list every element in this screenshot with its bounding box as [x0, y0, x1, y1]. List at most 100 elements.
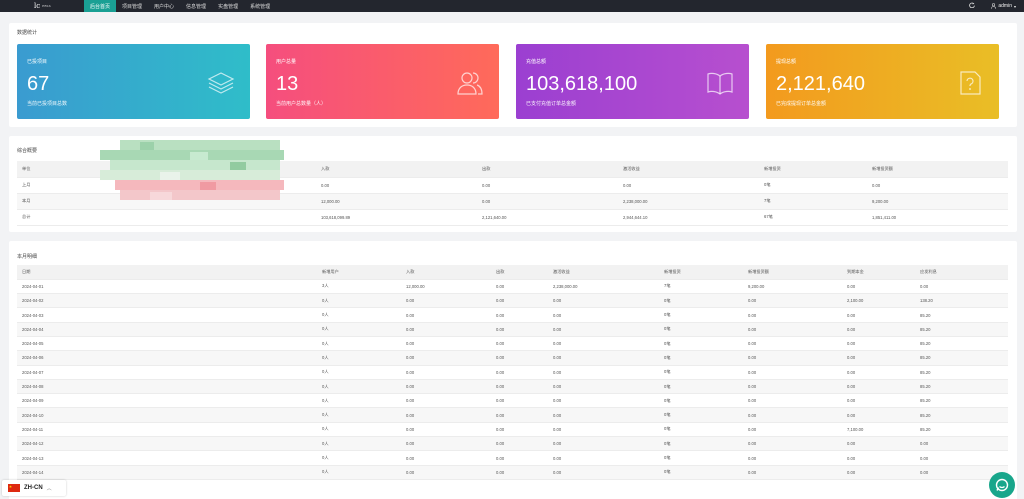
- stat-card-deposit[interactable]: 充值总额 103,618,100 已支付充值订单总金额: [516, 44, 749, 119]
- cell: 0.00: [842, 307, 915, 323]
- table-row: 2024-04-11 0人 0.00 0.00 0.00 0笔 0.00 7,100.00 85…: [17, 422, 1008, 438]
- cell: 0.00: [618, 177, 759, 194]
- chat-button[interactable]: [989, 472, 1015, 498]
- cell: 2024-04-05: [17, 336, 317, 352]
- cell: 2,944,644.10: [618, 209, 759, 226]
- table-row: 2024-04-04 0人 0.00 0.00 0.00 0笔 0.00 0.00 85.20: [17, 322, 1008, 337]
- table-row: 2024-04-13 0人 0.00 0.00 0.00 0笔 0.00 0.00 0.00: [17, 450, 1008, 466]
- cell: 0.00: [548, 322, 659, 337]
- users-icon: [457, 72, 483, 95]
- cell: [116, 209, 316, 226]
- cell: 85.20: [915, 336, 1008, 352]
- logo[interactable]: lc ERLS: [0, 0, 68, 12]
- cell: 0.00: [401, 322, 491, 337]
- cell: 0.00: [548, 407, 659, 423]
- cell: 0.00: [401, 336, 491, 352]
- cell: 0.00: [842, 322, 915, 337]
- cell: 85.20: [915, 379, 1008, 395]
- col-date: 日期: [17, 265, 317, 280]
- nav-item-home[interactable]: 后台首页: [84, 0, 117, 12]
- cell: 85.20: [915, 407, 1008, 423]
- cell: 0.00: [548, 379, 659, 395]
- cell: 0人: [317, 350, 401, 366]
- nav-item-projects[interactable]: 项目管理: [116, 0, 148, 12]
- cell: 0.00: [842, 350, 915, 366]
- col-new-invest: 新增投资: [659, 265, 743, 280]
- cell: 85.20: [915, 393, 1008, 409]
- monthly-table: 日期 新增用户 入款 出款 激活收益 新增投资 新增投资额 到期本金 应发利息 …: [17, 265, 1008, 480]
- cell: 9,200.00: [867, 193, 1008, 210]
- col-payout: 出款: [491, 265, 548, 280]
- cell: 0.00: [743, 379, 842, 395]
- cell: 0.00: [491, 293, 548, 309]
- cell: 85.20: [915, 322, 1008, 337]
- col-new-invest-amount: 新增投资额: [743, 265, 842, 280]
- col-income: 入款: [316, 161, 477, 178]
- stats-title: 数据统计: [17, 30, 38, 36]
- cell: 0.00: [743, 465, 842, 480]
- user-menu[interactable]: admin ▾: [991, 3, 1016, 9]
- cell: 0人: [317, 365, 401, 380]
- cell: 85.20: [915, 350, 1008, 366]
- nav-item-info[interactable]: 信息管理: [180, 0, 212, 12]
- help-doc-icon: [960, 71, 981, 95]
- col-payout: 出款: [477, 161, 618, 178]
- cell: 0.00: [401, 365, 491, 380]
- cell: 2024-04-13: [17, 450, 317, 466]
- cell: 0.00: [842, 336, 915, 352]
- cell: 0.00: [548, 393, 659, 409]
- stat-label: 提现总额: [776, 59, 797, 65]
- col-principal-due: 到期本金: [842, 265, 915, 280]
- cell: 0.00: [743, 436, 842, 452]
- cell: 0.00: [915, 279, 1008, 295]
- stat-card-withdraw[interactable]: 提现总额 2,121,640 已完成提现订单总金额: [766, 44, 999, 119]
- cell: 0人: [317, 307, 401, 323]
- cell: 0人: [317, 293, 401, 309]
- cell: 0.00: [491, 322, 548, 337]
- stat-desc: 已完成提现订单总金额: [776, 101, 827, 107]
- cell: 0人: [317, 379, 401, 395]
- nav-item-users[interactable]: 用户中心: [148, 0, 180, 12]
- stat-card-projects[interactable]: 已投项目 67 当前已投项目总数: [17, 44, 250, 119]
- redacted-pixel-block: [100, 140, 284, 200]
- cell: 138.20: [915, 293, 1008, 309]
- cell: 2024-04-01: [17, 279, 317, 295]
- cell: 0.00: [477, 193, 618, 210]
- refresh-icon[interactable]: [969, 2, 976, 10]
- cell: 2,238,000.00: [548, 279, 659, 295]
- table-row: 2024-04-05 0人 0.00 0.00 0.00 0笔 0.00 0.00 85.20: [17, 336, 1008, 352]
- cell: 3人: [317, 279, 401, 295]
- table-row: 总计 103,618,099.89 2,121,640.00 2,944,644…: [17, 209, 1008, 226]
- col-new-invest: 新增投资: [759, 161, 867, 178]
- cell: 0.00: [491, 307, 548, 323]
- table-row: 2024-04-01 3人 12,000.00 0.00 2,238,000.00 7笔 9…: [17, 279, 1008, 295]
- cell: 0.00: [491, 407, 548, 423]
- chat-bubble-icon: [995, 478, 1009, 492]
- stat-card-users[interactable]: 用户总量 13 当前用户总数量（人）: [266, 44, 499, 119]
- cell: 总计: [17, 209, 116, 226]
- cell: 2024-04-08: [17, 379, 317, 395]
- cell: 0笔: [659, 336, 743, 352]
- table-row: 2024-04-09 0人 0.00 0.00 0.00 0笔 0.00 0.00 85.20: [17, 393, 1008, 409]
- nav-item-trading[interactable]: 实盘管理: [212, 0, 244, 12]
- language-switcher[interactable]: ZH-CN ︿: [2, 480, 66, 496]
- table-row: 2024-04-03 0人 0.00 0.00 0.00 0笔 0.00 0.00 85.20: [17, 307, 1008, 323]
- cell: 2,238,000.00: [618, 193, 759, 210]
- cell: 0.00: [401, 307, 491, 323]
- china-flag-icon: [8, 484, 20, 492]
- nav-item-system[interactable]: 系统管理: [244, 0, 276, 12]
- cell: 0.00: [401, 422, 491, 438]
- cell: 12,000.00: [401, 279, 491, 295]
- cell: 0.00: [867, 177, 1008, 194]
- cell: 85.20: [915, 422, 1008, 438]
- table-row: 2024-04-06 0人 0.00 0.00 0.00 0笔 0.00 0.00 85.20: [17, 350, 1008, 366]
- language-label: ZH-CN: [24, 485, 43, 491]
- cell: 0.00: [548, 365, 659, 380]
- cell: 2024-04-11: [17, 422, 317, 438]
- table-row: 2024-04-12 0人 0.00 0.00 0.00 0笔 0.00 0.00 0.00: [17, 436, 1008, 452]
- table-row: 2024-04-07 0人 0.00 0.00 0.00 0笔 0.00 0.00 85.20: [17, 365, 1008, 380]
- cell: 0人: [317, 465, 401, 480]
- cell: 0.00: [491, 422, 548, 438]
- cell: 0.00: [842, 379, 915, 395]
- table-row: 2024-04-14 0人 0.00 0.00 0.00 0笔 0.00 0.00 0.00: [17, 465, 1008, 480]
